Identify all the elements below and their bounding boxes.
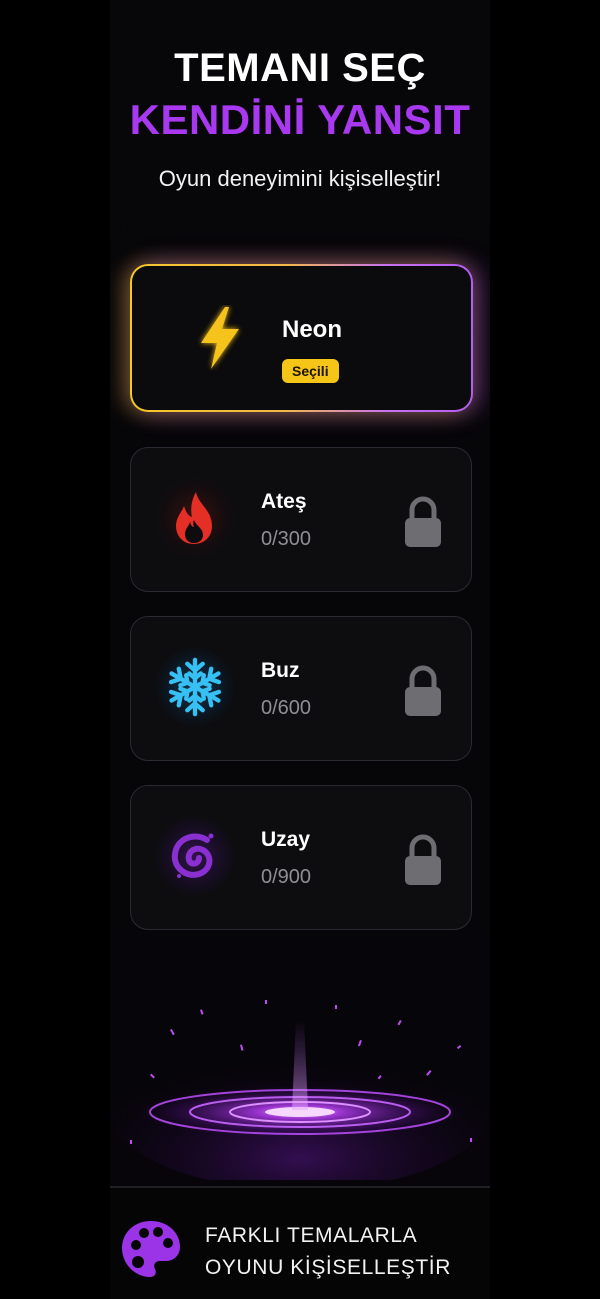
footer-line-2: OYUNU KİŞİSELLEŞTİR: [205, 1256, 451, 1279]
page-title: TEMANI SEÇ: [174, 46, 426, 90]
theme-name: Buz: [261, 659, 300, 682]
lightning-icon: [180, 298, 260, 378]
theme-card-ice[interactable]: Buz 0/600: [130, 616, 472, 761]
theme-select-screen: TEMANI SEÇ KENDİNİ YANSIT Oyun deneyimin…: [110, 0, 490, 1299]
theme-name: Neon: [282, 316, 342, 343]
theme-name: Ateş: [261, 490, 307, 513]
theme-name: Uzay: [261, 828, 311, 851]
palette-icon: [122, 1221, 180, 1277]
theme-progress: 0/900: [261, 866, 312, 888]
theme-card-neon[interactable]: Neon Seçili: [130, 264, 473, 412]
flame-icon: [155, 478, 235, 558]
theme-progress: 0/300: [261, 528, 312, 550]
galaxy-spiral-icon: [155, 816, 235, 896]
footer-text: FARKLI TEMALARLA OYUNU KİŞİSELLEŞTİR: [205, 1220, 451, 1284]
selected-badge: Seçili: [282, 359, 339, 383]
theme-card-space[interactable]: Uzay 0/900: [130, 785, 472, 930]
portal-decoration: [110, 1000, 490, 1180]
footer-line-1: FARKLI TEMALARLA: [205, 1224, 418, 1247]
lock-icon: [405, 834, 441, 885]
page-subtitle: Oyun deneyimini kişiselleştir!: [158, 166, 442, 191]
page-title-accent: KENDİNİ YANSIT: [129, 96, 471, 143]
theme-progress: 0/600: [261, 697, 312, 719]
lock-icon: [405, 665, 441, 716]
footer-banner: FARKLI TEMALARLA OYUNU KİŞİSELLEŞTİR: [110, 1186, 490, 1299]
lock-icon: [405, 496, 441, 547]
snowflake-icon: [155, 647, 235, 727]
theme-card-fire[interactable]: Ateş 0/300: [130, 447, 472, 592]
